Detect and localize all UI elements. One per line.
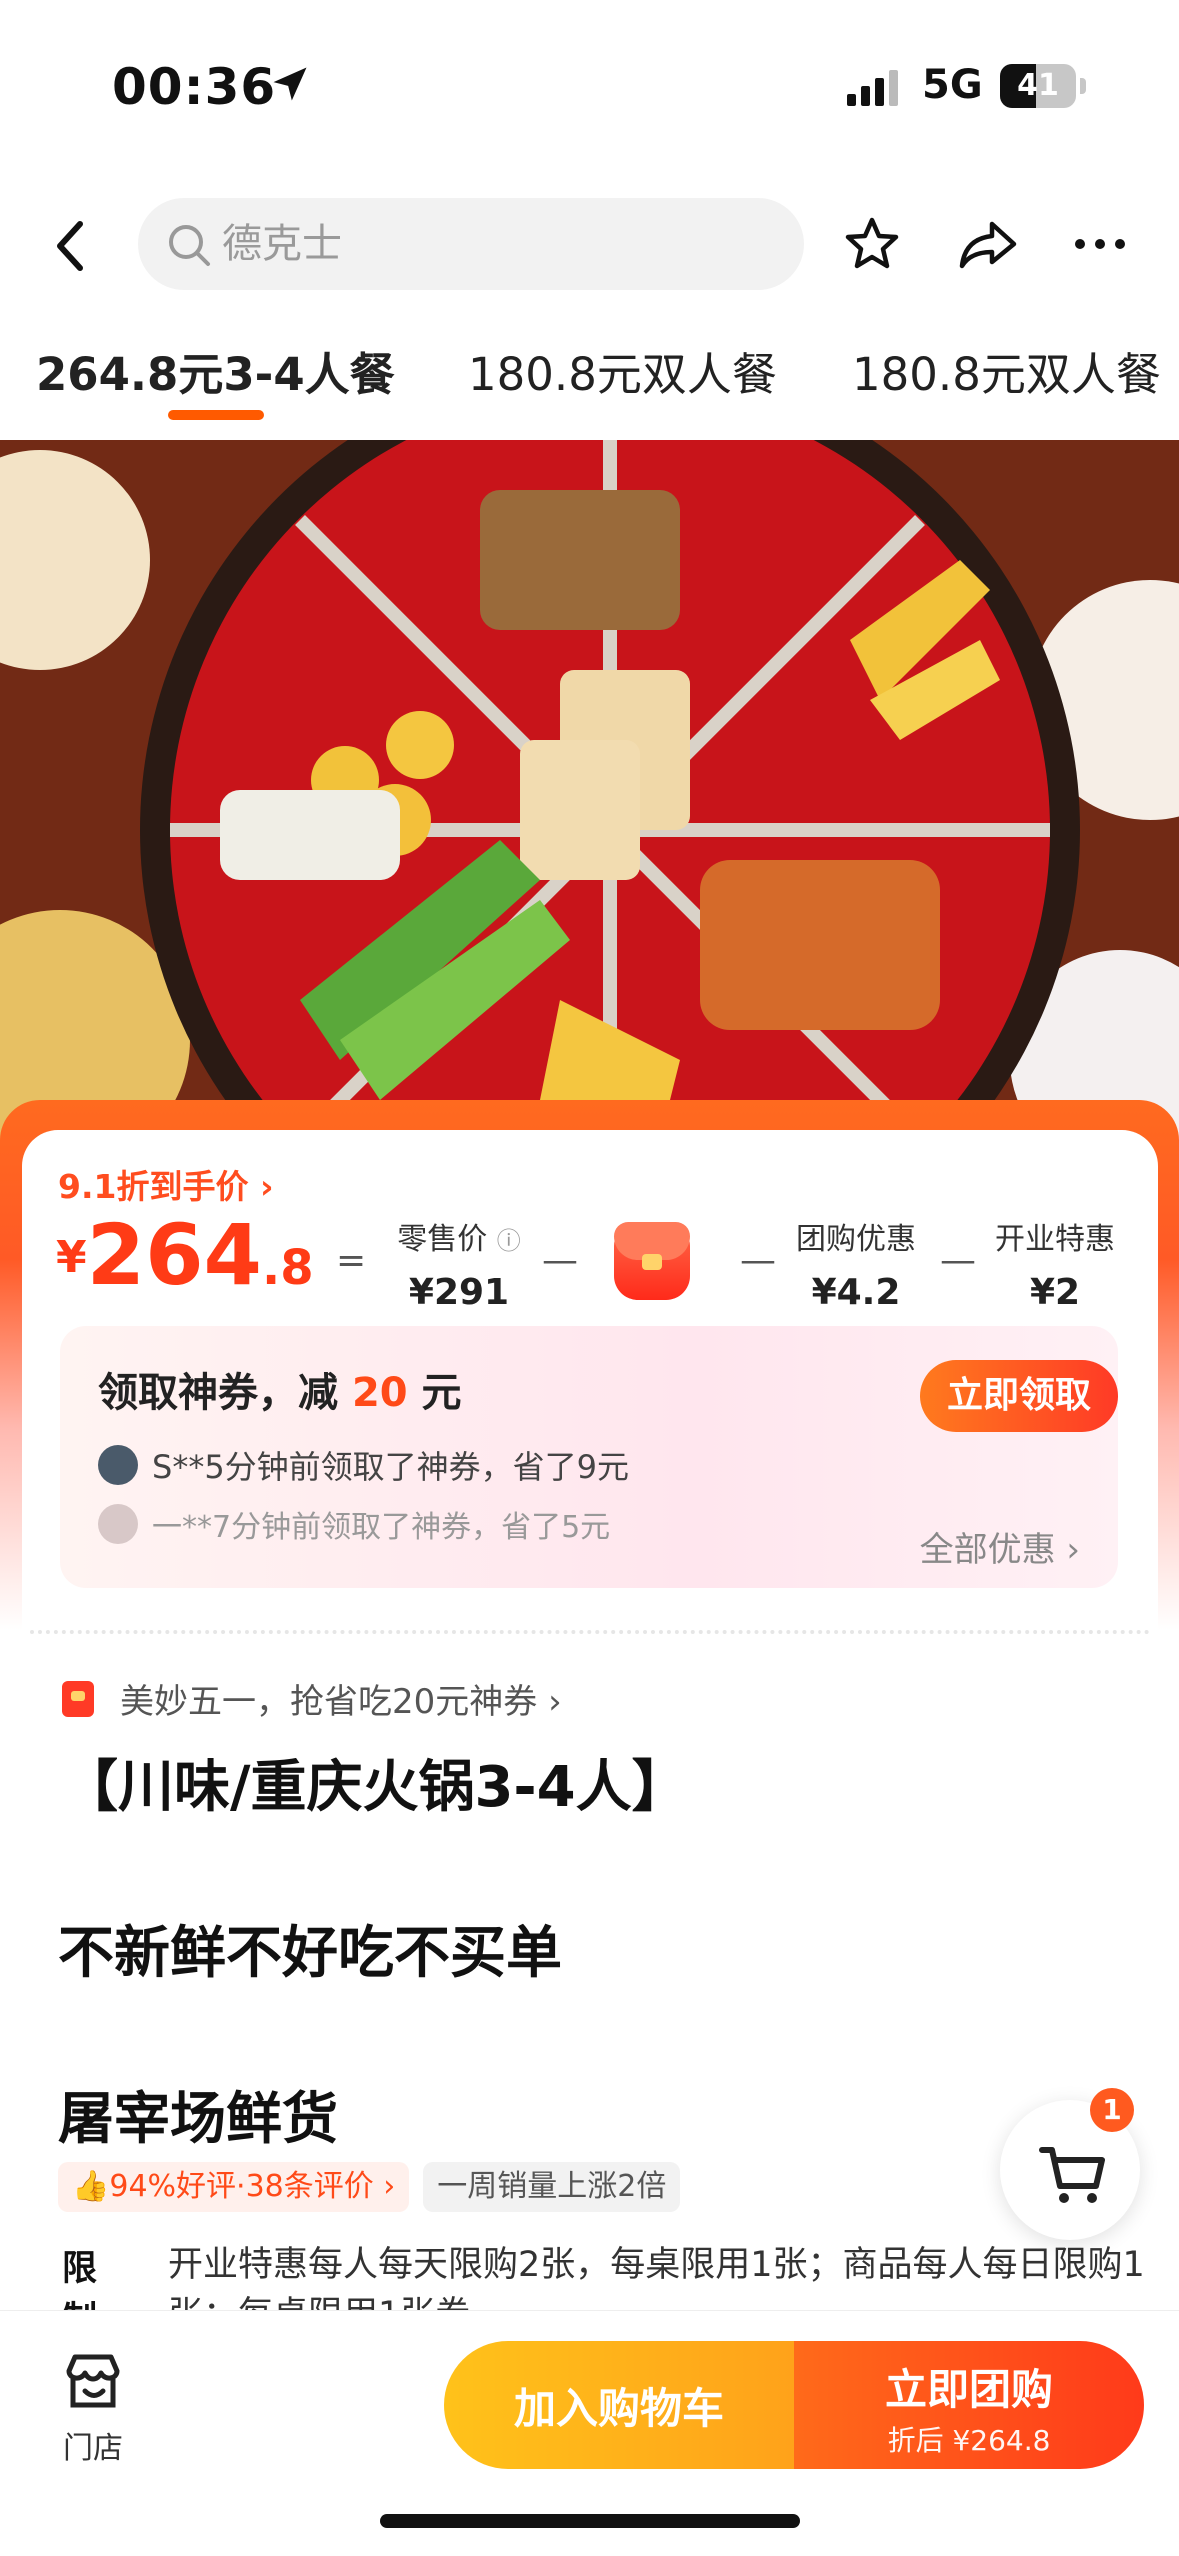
minus-sign-2: — — [740, 1240, 776, 1281]
search-bar[interactable] — [138, 198, 804, 290]
top-nav — [0, 190, 1179, 300]
avatar — [98, 1504, 138, 1544]
event-text: 美妙五一 — [989, 1129, 1149, 1175]
divider — [30, 1630, 1150, 1634]
red-envelope-icon — [62, 1680, 94, 1717]
minus-sign-3: — — [940, 1240, 976, 1281]
group-discount: 团购优惠 ¥4.2 — [796, 1222, 916, 1313]
buy-now-button[interactable]: 立即团购 折后 ¥264.8 — [794, 2341, 1144, 2469]
hotpot-illustration — [0, 440, 1179, 1160]
product-tags: 👍94%好评·38条评价 › 一周销量上涨2倍 — [58, 2162, 694, 2212]
status-time: 00:36 — [112, 58, 277, 116]
share-arrow-icon[interactable] — [956, 212, 1020, 276]
favorite-star-icon[interactable] — [840, 212, 904, 276]
claim-coupon-button[interactable]: 立即领取 — [920, 1360, 1118, 1432]
coupon-title: 领取神券，减 20 元 — [98, 1370, 462, 1416]
quota-text: 限量50份 — [627, 1131, 773, 1172]
home-indicator — [380, 2514, 800, 2528]
cart-count-badge: 1 — [1090, 2088, 1134, 2132]
all-deals-link[interactable]: 全部优惠 › — [920, 1522, 1080, 1571]
equals-sign: = — [336, 1240, 367, 1281]
opening-discount: 开业特惠 ¥2 — [995, 1222, 1115, 1313]
hero-image-hotpot[interactable] — [0, 440, 1179, 1160]
store-button[interactable]: 门店 — [48, 2351, 138, 2467]
store-label: 门店 — [63, 2431, 123, 2466]
deal-tabs: 264.8元3-4人餐 180.8元双人餐 180.8元双人餐 — [0, 330, 1179, 430]
coupon-card: 领取神券，减 20 元 立即领取 S**5分钟前领取了神券，省了9元 一**7分… — [60, 1326, 1118, 1588]
product-title-line-1: 【川味/重庆火锅3-4人】 — [62, 1755, 688, 1820]
coupon-feed-item: S**5分钟前领取了神券，省了9元 — [98, 1442, 629, 1488]
status-bar: 00:36 5G 41 — [0, 0, 1179, 170]
battery-icon: 41 — [1000, 64, 1076, 108]
product-title-line-3: 屠宰场鲜货 — [58, 2087, 338, 2152]
avatar — [98, 1445, 138, 1485]
minus-sign-1: — — [542, 1240, 578, 1281]
discount-price-label[interactable]: 9.1折到手价 › — [58, 1160, 274, 1208]
battery-cap — [1080, 78, 1086, 94]
cellular-signal-icon — [847, 70, 898, 106]
location-arrow-icon — [273, 67, 307, 101]
add-to-cart-button[interactable]: 加入购物车 — [444, 2341, 794, 2469]
active-tab-indicator — [168, 410, 264, 420]
event-promo-link[interactable]: 美妙五一，抢省吃20元神券 › — [62, 1674, 562, 1723]
sold-count-text: 半年售 51 — [802, 1131, 959, 1172]
tab-deal-2[interactable]: 180.8元双人餐 — [468, 338, 777, 403]
more-dots-icon[interactable] — [1068, 212, 1132, 276]
tab-deal-1[interactable]: 264.8元3-4人餐 — [36, 338, 395, 403]
red-packet-icon[interactable] — [614, 1222, 690, 1300]
store-icon — [66, 2354, 120, 2408]
back-arrow-icon[interactable] — [46, 216, 96, 276]
tab-deal-3[interactable]: 180.8元双人餐 — [852, 338, 1161, 403]
search-icon — [169, 225, 210, 266]
product-title-line-2: 不新鲜不好吃不买单 — [58, 1921, 562, 1986]
final-price: ¥264.8 — [56, 1206, 314, 1304]
sale-limits: 限量50份 半年售 51 美妙五一 — [628, 1118, 1149, 1178]
info-circle-icon[interactable]: ⓘ — [497, 1227, 521, 1255]
network-type: 5G — [922, 62, 983, 108]
rating-tag[interactable]: 👍94%好评·38条评价 › — [58, 2162, 410, 2212]
sales-trend-tag: 一周销量上涨2倍 — [423, 2162, 681, 2212]
retail-price: 零售价 ⓘ ¥291 — [397, 1222, 521, 1313]
search-input[interactable] — [222, 198, 782, 290]
battery-level: 41 — [1017, 68, 1059, 103]
coupon-feed-item: 一**7分钟前领取了神券，省了5元 — [98, 1502, 610, 1546]
